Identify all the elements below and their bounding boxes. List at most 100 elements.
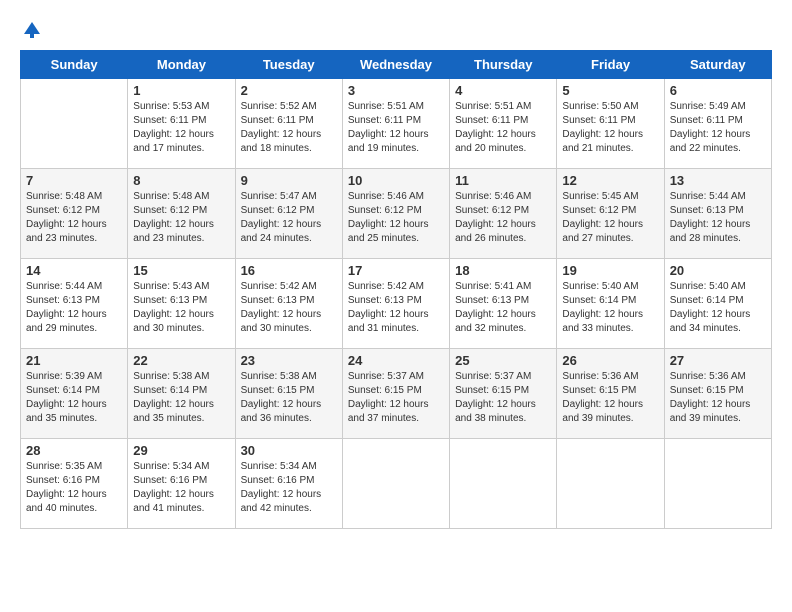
calendar-cell: 13 Sunrise: 5:44 AMSunset: 6:13 PMDayligh… [664,169,771,259]
calendar-cell: 7 Sunrise: 5:48 AMSunset: 6:12 PMDaylight… [21,169,128,259]
day-header-monday: Monday [128,51,235,79]
day-number: 2 [241,83,337,98]
calendar-cell: 27 Sunrise: 5:36 AMSunset: 6:15 PMDayligh… [664,349,771,439]
calendar-cell: 2 Sunrise: 5:52 AMSunset: 6:11 PMDaylight… [235,79,342,169]
day-info: Sunrise: 5:42 AMSunset: 6:13 PMDaylight:… [241,280,337,336]
day-number: 8 [133,173,229,188]
day-info: Sunrise: 5:38 AMSunset: 6:15 PMDaylight:… [241,370,337,426]
day-number: 17 [348,263,444,278]
day-number: 9 [241,173,337,188]
day-info: Sunrise: 5:41 AMSunset: 6:13 PMDaylight:… [455,280,551,336]
day-number: 1 [133,83,229,98]
calendar-cell: 22Sunrise: 5:38 AMSunset: 6:14 PMDayligh… [128,349,235,439]
day-number: 10 [348,173,444,188]
day-number: 29 [133,443,229,458]
calendar-cell [557,439,664,529]
calendar-cell: 24 Sunrise: 5:37 AMSunset: 6:15 PMDayligh… [342,349,449,439]
day-info: Sunrise: 5:46 AMSunset: 6:12 PMDaylight:… [455,190,551,246]
calendar-cell: 11 Sunrise: 5:46 AMSunset: 6:12 PMDayligh… [450,169,557,259]
day-number: 3 [348,83,444,98]
day-number: 7 [26,173,122,188]
day-number: 19 [562,263,658,278]
day-number: 15 [133,263,229,278]
day-number: 27 [670,353,766,368]
day-info: Sunrise: 5:44 AMSunset: 6:13 PMDaylight:… [670,190,766,246]
calendar-cell: 28 Sunrise: 5:35 AMSunset: 6:16 PMDayligh… [21,439,128,529]
day-number: 26 [562,353,658,368]
day-info: Sunrise: 5:37 AMSunset: 6:15 PMDaylight:… [455,370,551,426]
day-header-friday: Friday [557,51,664,79]
calendar-table: SundayMondayTuesdayWednesdayThursdayFrid… [20,50,772,529]
day-number: 6 [670,83,766,98]
calendar-cell: 3 Sunrise: 5:51 AMSunset: 6:11 PMDaylight… [342,79,449,169]
day-header-wednesday: Wednesday [342,51,449,79]
day-header-saturday: Saturday [664,51,771,79]
day-info: Sunrise: 5:51 AMSunset: 6:11 PMDaylight:… [455,100,551,156]
day-info: Sunrise: 5:43 AMSunset: 6:13 PMDaylight:… [133,280,229,336]
day-header-sunday: Sunday [21,51,128,79]
calendar-cell: 25 Sunrise: 5:37 AMSunset: 6:15 PMDayligh… [450,349,557,439]
day-header-thursday: Thursday [450,51,557,79]
day-number: 21 [26,353,122,368]
day-number: 23 [241,353,337,368]
day-number: 13 [670,173,766,188]
calendar-cell [664,439,771,529]
day-number: 28 [26,443,122,458]
day-info: Sunrise: 5:52 AMSunset: 6:11 PMDaylight:… [241,100,337,156]
calendar-cell: 8 Sunrise: 5:48 AMSunset: 6:12 PMDaylight… [128,169,235,259]
calendar-cell: 12Sunrise: 5:45 AMSunset: 6:12 PMDayligh… [557,169,664,259]
day-info: Sunrise: 5:40 AMSunset: 6:14 PMDaylight:… [670,280,766,336]
day-number: 18 [455,263,551,278]
day-info: Sunrise: 5:49 AMSunset: 6:11 PMDaylight:… [670,100,766,156]
calendar-cell: 19 Sunrise: 5:40 AMSunset: 6:14 PMDayligh… [557,259,664,349]
day-info: Sunrise: 5:48 AMSunset: 6:12 PMDaylight:… [133,190,229,246]
day-info: Sunrise: 5:35 AMSunset: 6:16 PMDaylight:… [26,460,122,516]
day-info: Sunrise: 5:39 AMSunset: 6:14 PMDaylight:… [26,370,122,426]
day-info: Sunrise: 5:51 AMSunset: 6:11 PMDaylight:… [348,100,444,156]
day-number: 16 [241,263,337,278]
calendar-cell: 9 Sunrise: 5:47 AMSunset: 6:12 PMDaylight… [235,169,342,259]
day-info: Sunrise: 5:46 AMSunset: 6:12 PMDaylight:… [348,190,444,246]
calendar-cell: 20 Sunrise: 5:40 AMSunset: 6:14 PMDayligh… [664,259,771,349]
calendar-cell: 29 Sunrise: 5:34 AMSunset: 6:16 PMDayligh… [128,439,235,529]
day-number: 5 [562,83,658,98]
calendar-cell: 18 Sunrise: 5:41 AMSunset: 6:13 PMDayligh… [450,259,557,349]
day-number: 11 [455,173,551,188]
calendar-cell: 21 Sunrise: 5:39 AMSunset: 6:14 PMDayligh… [21,349,128,439]
calendar-cell: 1Sunrise: 5:53 AMSunset: 6:11 PMDaylight… [128,79,235,169]
calendar-cell: 5 Sunrise: 5:50 AMSunset: 6:11 PMDaylight… [557,79,664,169]
day-number: 30 [241,443,337,458]
logo-icon [22,20,42,40]
day-info: Sunrise: 5:34 AMSunset: 6:16 PMDaylight:… [241,460,337,516]
calendar-cell: 30 Sunrise: 5:34 AMSunset: 6:16 PMDayligh… [235,439,342,529]
day-info: Sunrise: 5:48 AMSunset: 6:12 PMDaylight:… [26,190,122,246]
day-info: Sunrise: 5:38 AMSunset: 6:14 PMDaylight:… [133,370,229,426]
day-info: Sunrise: 5:36 AMSunset: 6:15 PMDaylight:… [562,370,658,426]
day-info: Sunrise: 5:37 AMSunset: 6:15 PMDaylight:… [348,370,444,426]
day-number: 14 [26,263,122,278]
calendar-cell: 17 Sunrise: 5:42 AMSunset: 6:13 PMDayligh… [342,259,449,349]
day-info: Sunrise: 5:36 AMSunset: 6:15 PMDaylight:… [670,370,766,426]
calendar-cell: 14 Sunrise: 5:44 AMSunset: 6:13 PMDayligh… [21,259,128,349]
calendar-cell: 10 Sunrise: 5:46 AMSunset: 6:12 PMDayligh… [342,169,449,259]
day-info: Sunrise: 5:47 AMSunset: 6:12 PMDaylight:… [241,190,337,246]
calendar-cell: 26 Sunrise: 5:36 AMSunset: 6:15 PMDayligh… [557,349,664,439]
page-header [20,20,772,40]
day-info: Sunrise: 5:40 AMSunset: 6:14 PMDaylight:… [562,280,658,336]
logo [20,20,42,40]
day-header-tuesday: Tuesday [235,51,342,79]
day-info: Sunrise: 5:34 AMSunset: 6:16 PMDaylight:… [133,460,229,516]
day-info: Sunrise: 5:50 AMSunset: 6:11 PMDaylight:… [562,100,658,156]
day-number: 20 [670,263,766,278]
calendar-cell: 16 Sunrise: 5:42 AMSunset: 6:13 PMDayligh… [235,259,342,349]
day-info: Sunrise: 5:42 AMSunset: 6:13 PMDaylight:… [348,280,444,336]
calendar-cell: 6 Sunrise: 5:49 AMSunset: 6:11 PMDaylight… [664,79,771,169]
day-number: 24 [348,353,444,368]
calendar-cell: 23 Sunrise: 5:38 AMSunset: 6:15 PMDayligh… [235,349,342,439]
day-info: Sunrise: 5:45 AMSunset: 6:12 PMDaylight:… [562,190,658,246]
day-number: 25 [455,353,551,368]
day-number: 4 [455,83,551,98]
day-info: Sunrise: 5:44 AMSunset: 6:13 PMDaylight:… [26,280,122,336]
calendar-cell: 15 Sunrise: 5:43 AMSunset: 6:13 PMDayligh… [128,259,235,349]
calendar-cell: 4 Sunrise: 5:51 AMSunset: 6:11 PMDaylight… [450,79,557,169]
